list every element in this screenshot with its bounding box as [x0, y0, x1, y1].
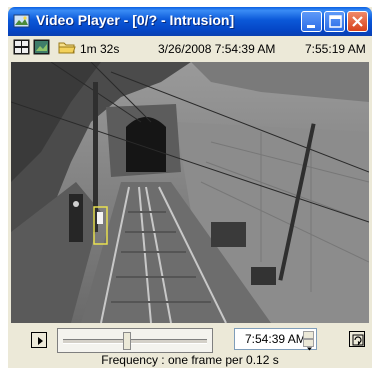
sync-icon	[352, 334, 364, 346]
frequency-label: Frequency : one frame per 0.12 s	[101, 353, 279, 367]
minimize-icon	[307, 25, 315, 28]
video-frame[interactable]	[11, 62, 369, 323]
close-icon	[352, 16, 363, 27]
spin-down-button[interactable]	[303, 339, 314, 351]
time-spinner-field[interactable]: 7:54:39 AM	[234, 328, 317, 351]
slider-thumb[interactable]	[122, 332, 131, 350]
duration-label: 1m 32s	[80, 42, 120, 56]
tunnel-scene-image	[11, 62, 369, 323]
seek-slider[interactable]	[57, 328, 213, 353]
video-player-window: Video Player - [0/? - Intrusion] 1m 32s …	[8, 7, 372, 368]
snapshot-icon[interactable]	[33, 39, 50, 55]
slider-track	[63, 339, 207, 344]
current-time-label: 7:55:19 AM	[305, 42, 366, 56]
window-title: Video Player - [0/? - Intrusion]	[36, 12, 235, 28]
start-timestamp: 3/26/2008 7:54:39 AM	[158, 42, 276, 56]
spin-up-button[interactable]	[303, 331, 314, 342]
title-bar[interactable]: Video Player - [0/? - Intrusion]	[8, 7, 372, 36]
playback-controls: 7:54:39 AM Frequency : one frame per 0.1…	[11, 324, 369, 368]
folder-icon[interactable]	[58, 39, 76, 55]
arrow-down-icon	[307, 347, 312, 351]
minimize-button[interactable]	[301, 11, 322, 32]
info-toolbar: 1m 32s 3/26/2008 7:54:39 AM 7:55:19 AM	[11, 36, 369, 60]
maximize-icon	[329, 15, 342, 28]
maximize-button[interactable]	[324, 11, 345, 32]
play-button[interactable]	[31, 332, 47, 348]
sync-button[interactable]	[349, 331, 365, 347]
play-icon	[38, 337, 43, 345]
grid-layout-icon[interactable]	[13, 39, 30, 55]
close-button[interactable]	[347, 11, 368, 32]
time-value: 7:54:39 AM	[245, 332, 306, 346]
app-icon	[13, 13, 30, 29]
time-spinner[interactable]	[303, 331, 314, 351]
